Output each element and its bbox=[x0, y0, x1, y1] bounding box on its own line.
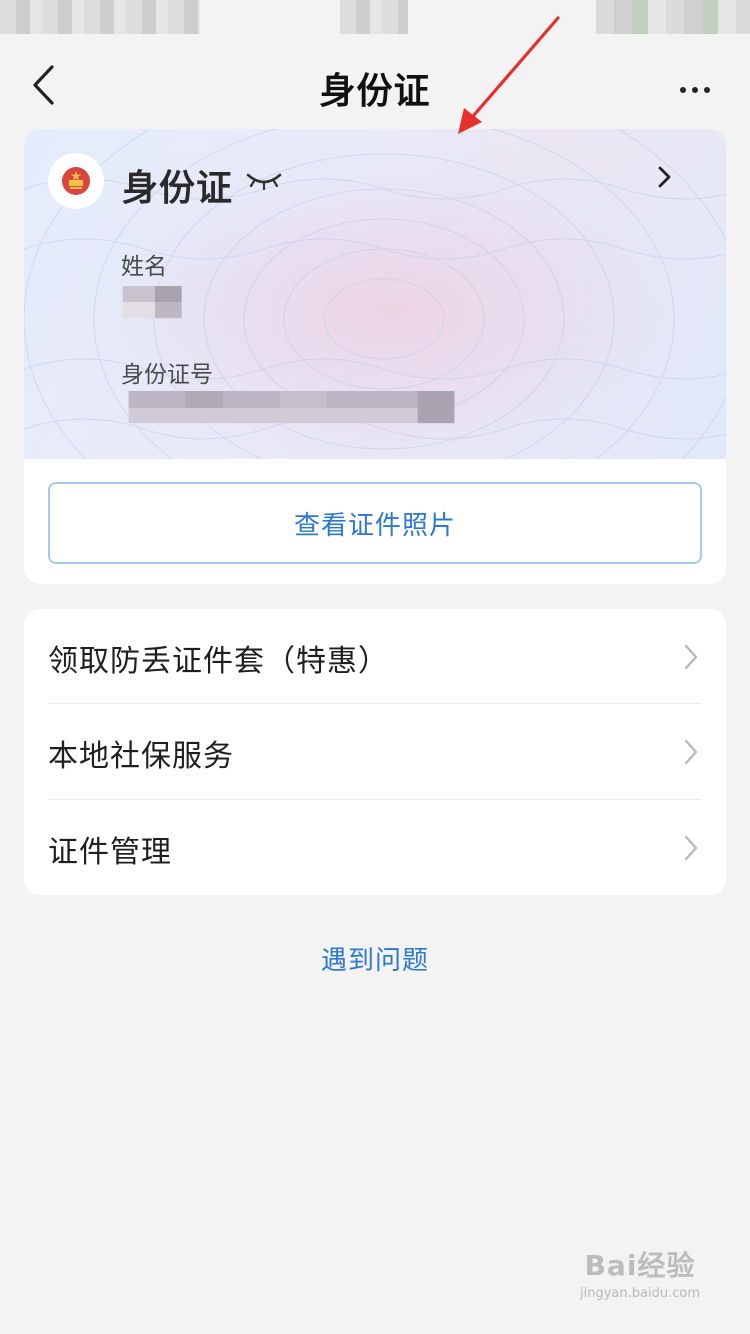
id-card[interactable]: 身份证 姓名 身份证号 bbox=[24, 129, 726, 459]
name-value-masked bbox=[122, 286, 182, 319]
id-card-panel: 身份证 姓名 身份证号 查看证件照片 bbox=[24, 129, 726, 584]
chevron-right-icon bbox=[684, 835, 698, 861]
status-bar-right-blurred bbox=[596, 0, 750, 34]
service-list: 领取防丢证件套（特惠） 本地社保服务 证件管理 bbox=[24, 609, 726, 895]
chevron-right-icon bbox=[684, 644, 698, 670]
list-item-local-social-security[interactable]: 本地社保服务 bbox=[48, 704, 702, 799]
baidu-jingyan-watermark: Bai经验 jingyan.baidu.com bbox=[570, 1244, 710, 1322]
more-icon[interactable] bbox=[680, 78, 714, 93]
list-item-label: 领取防丢证件套（特惠） bbox=[48, 644, 389, 679]
more-dot bbox=[704, 87, 710, 93]
status-bar-left-blurred bbox=[0, 0, 200, 34]
list-item-anti-loss-cover[interactable]: 领取防丢证件套（特惠） bbox=[48, 609, 702, 704]
nav-bar: 身份证 bbox=[0, 34, 750, 130]
id-number-value-masked bbox=[128, 391, 455, 424]
eye-closed-icon[interactable] bbox=[246, 169, 282, 191]
name-label: 姓名 bbox=[121, 254, 167, 280]
help-link[interactable]: 遇到问题 bbox=[0, 940, 750, 977]
id-number-label: 身份证号 bbox=[121, 362, 213, 388]
list-item-label: 证件管理 bbox=[48, 835, 172, 870]
list-item-id-management[interactable]: 证件管理 bbox=[48, 800, 702, 895]
card-chevron-right-icon[interactable] bbox=[656, 163, 674, 191]
card-title: 身份证 bbox=[122, 168, 234, 209]
status-bar bbox=[0, 0, 750, 34]
national-emblem-icon bbox=[48, 153, 104, 209]
page-title: 身份证 bbox=[319, 71, 431, 112]
watermark-sub: jingyan.baidu.com bbox=[580, 1286, 700, 1301]
list-item-label: 本地社保服务 bbox=[48, 739, 234, 774]
annotation-arrow-icon bbox=[458, 16, 560, 134]
view-id-photo-button[interactable]: 查看证件照片 bbox=[48, 482, 702, 564]
more-dot bbox=[692, 87, 698, 93]
chevron-right-icon bbox=[684, 739, 698, 765]
status-bar-center-blurred bbox=[340, 0, 408, 34]
watermark-main: Bai经验 bbox=[584, 1249, 696, 1282]
more-dot bbox=[680, 87, 686, 93]
